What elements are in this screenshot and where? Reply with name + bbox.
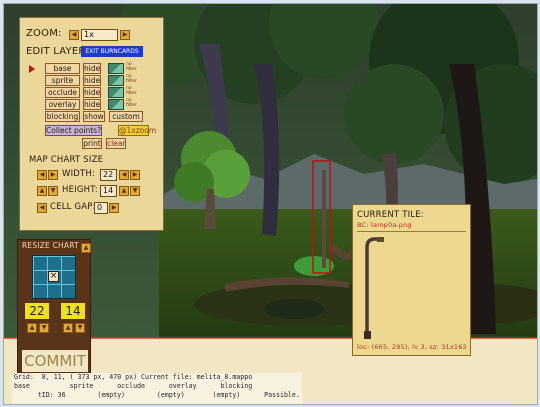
zoom-value: 1x xyxy=(81,29,118,41)
commit-button[interactable]: COMMIT xyxy=(22,350,88,372)
current-tile-info: loc: (665, 295), lv 3, sz: 31x162 xyxy=(357,343,467,351)
resize-anchor-icon[interactable]: × xyxy=(48,271,59,282)
resize-width-down-button[interactable]: ▲ xyxy=(27,323,37,333)
current-tile-file: BC: lamp0a.png xyxy=(357,221,412,229)
layer-sprite-toggle[interactable]: hide xyxy=(83,75,101,86)
resize-height-up-button[interactable]: ▼ xyxy=(75,323,85,333)
layer-sprite-filter[interactable]: no filter xyxy=(126,74,140,84)
zoom-increase-button[interactable]: ▶ xyxy=(120,30,130,40)
status-grid-info: Grid: 8, 11, ( 373 px, 470 px) Current f… xyxy=(14,373,253,381)
resize-width-up-button[interactable]: ▼ xyxy=(39,323,49,333)
current-tile-preview xyxy=(364,237,384,339)
layer-blocking-toggle[interactable]: show xyxy=(83,111,105,122)
layer-base-toggle[interactable]: hide xyxy=(83,63,101,74)
collect-points-button[interactable]: Collect points? xyxy=(45,125,102,136)
resize-chart-up-button[interactable]: ▲ xyxy=(81,243,91,253)
layer-base-filter[interactable]: no filter xyxy=(126,62,140,72)
layer-overlay-toggle[interactable]: hide xyxy=(83,99,101,110)
height-value[interactable]: 14 xyxy=(100,185,117,197)
layer-occlude-toggle[interactable]: hide xyxy=(83,87,101,98)
cell-gap-decrease-button[interactable]: ◀ xyxy=(37,203,47,213)
map-chart-size-title: MAP CHART SIZE xyxy=(29,155,104,165)
active-layer-marker-icon xyxy=(29,65,35,73)
resize-height-down-button[interactable]: ▲ xyxy=(63,323,73,333)
status-layer-names: base sprite occlude overlay blocking xyxy=(14,382,253,390)
status-bar: Grid: 8, 11, ( 373 px, 470 px) Current f… xyxy=(12,373,302,404)
height-decrease-button[interactable]: ▲ xyxy=(37,186,47,196)
cell-gap-label: CELL GAP: xyxy=(50,202,96,212)
current-tile-title: CURRENT TILE: xyxy=(357,210,424,220)
zoom-decrease-button[interactable]: ◀ xyxy=(69,30,79,40)
tool-panel: ZOOM: ◀ 1x ▶ EDIT LAYER: EXIT BURNCARDS … xyxy=(19,17,164,231)
exit-burncards-button[interactable]: EXIT BURNCARDS xyxy=(81,46,143,57)
layer-blocking-custom-button[interactable]: custom xyxy=(109,111,143,122)
width-label: WIDTH: xyxy=(62,169,96,179)
cell-gap-value[interactable]: 0 xyxy=(94,202,108,214)
layer-overlay-filter[interactable]: no filter xyxy=(126,98,140,108)
height-label: HEIGHT: xyxy=(62,185,98,195)
width-decrease-button[interactable]: ◀ xyxy=(37,170,47,180)
current-tile-divider xyxy=(357,231,466,232)
layer-overlay-color-icon[interactable] xyxy=(108,99,124,110)
layer-sprite-color-icon[interactable] xyxy=(108,75,124,86)
resize-chart-title: RESIZE CHART xyxy=(22,241,79,250)
layer-occlude-button[interactable]: occlude xyxy=(45,87,80,98)
resize-height-value: 14 xyxy=(61,303,85,319)
current-tile-panel: CURRENT TILE: BC: lamp0a.png loc: (665, … xyxy=(352,204,471,356)
width-increase-button[interactable]: ▶ xyxy=(48,170,58,180)
clear-button[interactable]: clear xyxy=(106,138,126,149)
height-step-down-button[interactable]: ▲ xyxy=(119,186,129,196)
cell-gap-increase-button[interactable]: ▶ xyxy=(109,203,119,213)
app-window: ZOOM: ◀ 1x ▶ EDIT LAYER: EXIT BURNCARDS … xyxy=(3,3,538,405)
layer-occlude-filter[interactable]: no filter xyxy=(126,86,140,96)
resize-grid[interactable]: × xyxy=(32,255,76,299)
resize-width-value: 22 xyxy=(25,303,49,319)
width-step-down-button[interactable]: ◀ xyxy=(119,170,129,180)
height-step-up-button[interactable]: ▼ xyxy=(130,186,140,196)
zoom-tag-button[interactable]: @1xzoom xyxy=(118,125,156,136)
zoom-label: ZOOM: xyxy=(26,28,62,39)
layer-blocking-button[interactable]: blocking xyxy=(45,111,80,122)
status-layer-values: tID: 36 (empty) (empty) (empty) Passible… xyxy=(14,391,300,399)
layer-sprite-button[interactable]: sprite xyxy=(45,75,80,86)
layer-overlay-button[interactable]: overlay xyxy=(45,99,80,110)
width-step-up-button[interactable]: ▶ xyxy=(130,170,140,180)
width-value[interactable]: 22 xyxy=(100,169,117,181)
layer-base-button[interactable]: base xyxy=(45,63,80,74)
layer-base-color-icon[interactable] xyxy=(108,63,124,74)
edit-layer-label: EDIT LAYER: xyxy=(26,46,89,57)
layer-occlude-color-icon[interactable] xyxy=(108,87,124,98)
print-button[interactable]: print xyxy=(82,138,102,149)
height-increase-button[interactable]: ▼ xyxy=(48,186,58,196)
